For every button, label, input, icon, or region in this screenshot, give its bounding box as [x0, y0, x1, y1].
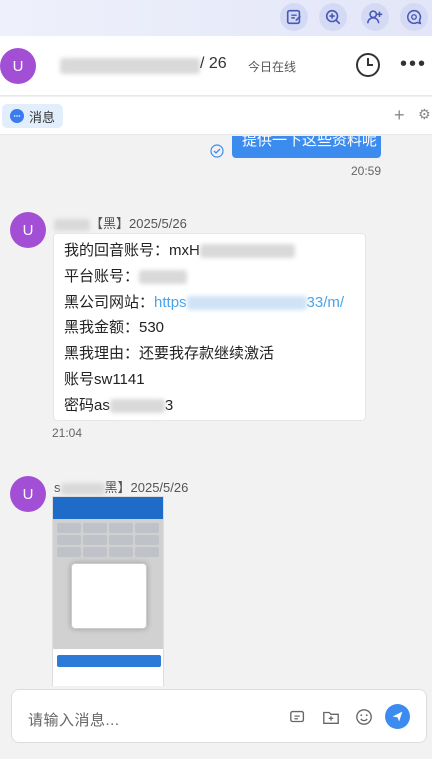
tab-bar: 消息 + ⚙ — [0, 97, 432, 135]
settings-icon[interactable]: ⚙ — [418, 106, 431, 123]
message-time: 21:04 — [52, 426, 83, 440]
message-line: 黑我金额：530 — [64, 319, 165, 337]
website-link[interactable]: https — [154, 294, 187, 311]
contact-date: / 26 — [200, 55, 227, 72]
message-line: 黑我理由：还要我存款继续激活 — [64, 345, 275, 363]
zoom-in-icon[interactable] — [319, 3, 347, 31]
send-icon — [392, 711, 403, 722]
quick-reply-icon[interactable] — [287, 706, 309, 728]
redacted-text — [199, 244, 295, 259]
top-toolbar — [0, 0, 432, 36]
add-user-icon[interactable] — [361, 3, 389, 31]
sender-date: 【黑】2025/5/26 — [90, 216, 187, 231]
composer: 请输入消息... — [0, 686, 432, 759]
sender-line: s 黑】2025/5/26 — [54, 480, 189, 495]
more-icon[interactable]: ••• — [400, 54, 427, 74]
tab-messages-label: 消息 — [29, 109, 56, 125]
emoji-icon[interactable] — [353, 706, 375, 728]
chat-bubble-icon — [10, 109, 24, 123]
tab-messages[interactable]: 消息 — [2, 104, 64, 128]
read-check-icon — [210, 144, 224, 158]
website-link-end[interactable]: 33/m/ — [307, 294, 345, 311]
send-button[interactable] — [385, 704, 410, 729]
message-line: 黑公司网站：https 33/m/ — [64, 293, 345, 311]
chat-header: U / 26 今日在线 ••• — [0, 36, 432, 96]
avatar[interactable]: U — [10, 212, 46, 248]
history-clock-icon[interactable] — [354, 51, 382, 79]
message-line: 我的回音账号：mxH — [64, 238, 355, 264]
message-line: 平台账号： — [64, 264, 355, 290]
screenshot-header — [53, 497, 163, 519]
screenshot-dialog — [71, 563, 147, 629]
message-input[interactable]: 请输入消息... — [11, 689, 427, 743]
sender-name-redacted — [54, 218, 90, 231]
screenshot-button — [57, 655, 161, 667]
redacted-text — [139, 269, 188, 284]
chat-area[interactable]: 提供一下这些资料呢 20:59 U 【黑】2025/5/26 我的回音账号：mx… — [0, 136, 432, 686]
message-line: 密码as 3 — [64, 396, 174, 414]
message-input-placeholder: 请输入消息... — [28, 712, 120, 729]
text-message-card[interactable]: 我的回音账号：mxH 平台账号： 黑公司网站：https 33/m/ 黑我金额：5… — [53, 233, 366, 421]
sender-line: 【黑】2025/5/26 — [54, 213, 187, 232]
redacted-text — [109, 398, 165, 413]
avatar[interactable]: U — [10, 476, 46, 512]
sent-message-bubble[interactable]: 提供一下这些资料呢 — [232, 136, 381, 158]
image-message[interactable] — [52, 496, 164, 686]
folder-icon[interactable] — [320, 706, 342, 728]
chat-search-icon[interactable] — [400, 3, 428, 31]
add-tab-icon[interactable]: + — [394, 105, 405, 126]
message-time: 20:59 — [351, 164, 382, 178]
note-icon[interactable] — [280, 3, 308, 31]
contact-name-redacted — [60, 58, 200, 74]
avatar[interactable]: U — [0, 48, 36, 84]
sender-date: 黑】2025/5/26 — [104, 480, 189, 495]
online-status: 今日在线 — [248, 60, 297, 74]
message-line: 账号sw1141 — [64, 370, 145, 388]
sender-name-redacted — [60, 482, 105, 495]
redacted-text — [186, 295, 307, 310]
